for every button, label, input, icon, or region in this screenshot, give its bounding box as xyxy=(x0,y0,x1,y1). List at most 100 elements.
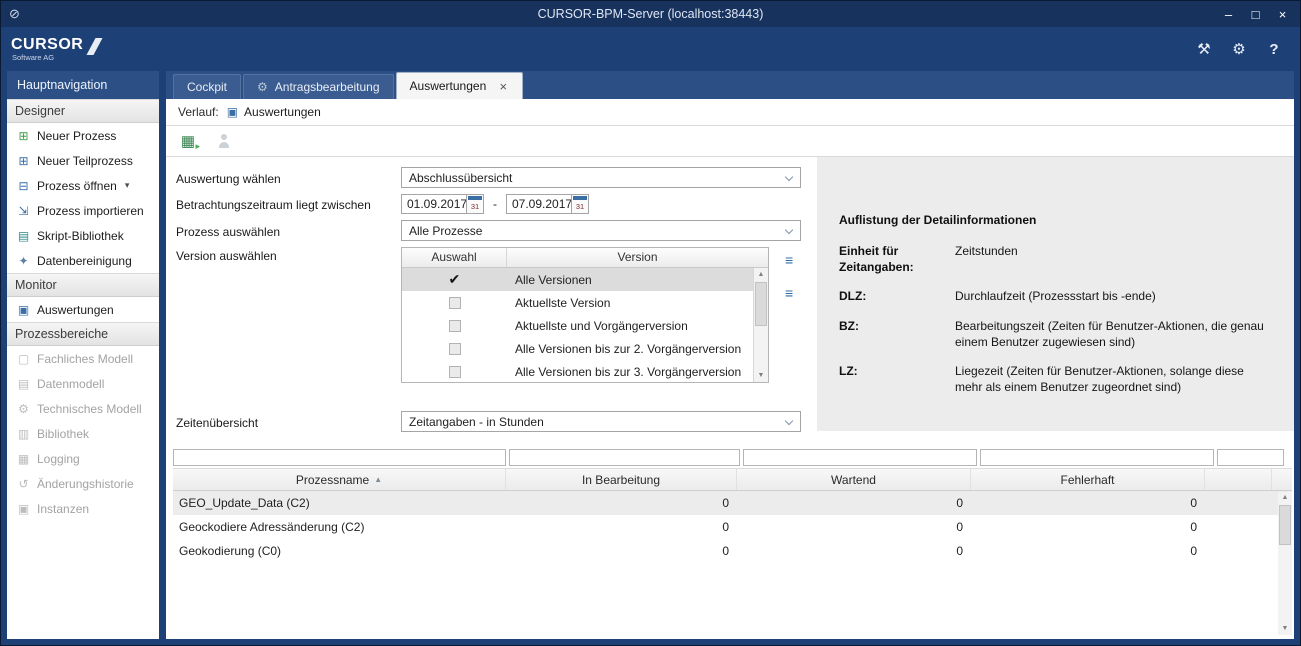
calendar-icon[interactable]: 31 xyxy=(572,194,589,214)
table-row[interactable]: Geokodierung (C0) 0 0 0 xyxy=(173,539,1292,563)
auswertung-select[interactable]: Abschlussübersicht xyxy=(401,167,801,188)
verlauf-label: Verlauf: xyxy=(178,105,219,119)
sidebar-item-datenmodell: ▤ Datenmodell xyxy=(7,371,159,396)
cursor-logo: CURSOR Software AG xyxy=(11,36,98,62)
version-row[interactable]: Aktuellste Version xyxy=(402,291,753,314)
help-icon[interactable]: ? xyxy=(1264,41,1284,58)
zeiten-select[interactable]: Zeitangaben - in Stunden xyxy=(401,411,801,432)
filter-input-prozessname[interactable] xyxy=(173,449,506,466)
column-header-in-bearbeitung[interactable]: In Bearbeitung xyxy=(506,469,737,490)
logo-flourish xyxy=(87,38,103,55)
version-table: Auswahl Version Alle Versionen xyxy=(401,247,769,383)
app-window: ⊘ CURSOR-BPM-Server (localhost:38443) – … xyxy=(0,0,1301,646)
results-scrollbar[interactable]: ▲ ▼ xyxy=(1278,492,1292,635)
logo-name: CURSOR xyxy=(11,36,83,53)
calendar-icon[interactable]: 31 xyxy=(467,194,484,214)
checkbox[interactable] xyxy=(449,343,461,355)
wrench-icon[interactable]: ⚒ xyxy=(1194,40,1214,58)
scroll-up-icon[interactable]: ▲ xyxy=(1278,492,1292,504)
sidebar-item-logging: ▦ Logging xyxy=(7,446,159,471)
tab-close-icon[interactable]: × xyxy=(497,79,509,94)
minimize-button[interactable]: – xyxy=(1215,5,1242,24)
breadcrumb: Verlauf: ▣ Auswertungen xyxy=(166,99,1294,126)
sidebar-item-prozess-importieren[interactable]: ⇲ Prozess importieren xyxy=(7,198,159,223)
person-icon xyxy=(217,134,231,148)
data-cleanup-icon: ✦ xyxy=(16,254,31,268)
checkbox[interactable] xyxy=(449,320,461,332)
version-row[interactable]: Alle Versionen bis zur 3. Vorgängerversi… xyxy=(402,360,753,383)
header-band: CURSOR Software AG ⚒ ⚙ ? xyxy=(1,27,1300,71)
prozess-select[interactable]: Alle Prozesse xyxy=(401,220,801,241)
filter-row xyxy=(173,449,1292,466)
filter-input-fehlerhaft[interactable] xyxy=(980,449,1214,466)
sidebar-section-monitor: Monitor xyxy=(7,273,159,297)
date-to-input[interactable] xyxy=(506,194,572,214)
instance-details-button xyxy=(212,129,236,153)
script-library-icon: ▤ xyxy=(16,229,31,243)
column-header-fehlerhaft[interactable]: Fehlerhaft xyxy=(971,469,1205,490)
sidebar-item-auswertungen[interactable]: ▣ Auswertungen xyxy=(7,297,159,322)
version-row[interactable]: Alle Versionen bis zur 2. Vorgängerversi… xyxy=(402,337,753,360)
version-row[interactable]: Aktuellste und Vorgängerversion xyxy=(402,314,753,337)
business-model-icon: ▢ xyxy=(16,352,31,366)
window-title: CURSOR-BPM-Server (localhost:38443) xyxy=(1,7,1300,21)
detail-term: BZ: xyxy=(839,318,955,350)
version-list-menu-icon[interactable]: ≡ xyxy=(785,285,793,301)
scrollbar-thumb[interactable] xyxy=(755,282,767,326)
logo-subtitle: Software AG xyxy=(12,53,83,62)
gear-icon[interactable]: ⚙ xyxy=(1229,40,1249,58)
detail-info-panel: Auflistung der Detailinformationen Einhe… xyxy=(817,157,1294,431)
table-row[interactable]: GEO_Update_Data (C2) 0 0 0 xyxy=(173,491,1292,515)
close-button[interactable]: × xyxy=(1269,5,1296,24)
history-icon: ↺ xyxy=(16,477,31,491)
filter-input-wartend[interactable] xyxy=(743,449,977,466)
run-evaluation-icon: ▦ xyxy=(181,132,195,150)
scroll-down-icon[interactable]: ▼ xyxy=(754,369,768,382)
version-scrollbar[interactable]: ▲ ▼ xyxy=(753,268,768,382)
checkbox[interactable] xyxy=(449,274,461,286)
sidebar-item-neuer-teilprozess[interactable]: ⊞ Neuer Teilprozess xyxy=(7,148,159,173)
evaluation-form-area: Auswertung wählen Abschlussübersicht Bet… xyxy=(166,157,1294,435)
table-row[interactable]: Geockodiere Adressänderung (C2) 0 0 0 xyxy=(173,515,1292,539)
sidebar-item-prozess-oeffnen[interactable]: ⊟ Prozess öffnen ▾ xyxy=(7,173,159,198)
sidebar-item-fachliches-modell: ▢ Fachliches Modell xyxy=(7,346,159,371)
process-new-icon: ⊞ xyxy=(16,129,31,143)
sidebar: Hauptnavigation Designer ⊞ Neuer Prozess… xyxy=(7,71,159,639)
process-open-icon: ⊟ xyxy=(16,179,31,193)
column-header-extra xyxy=(1205,469,1272,490)
tab-auswertungen[interactable]: Auswertungen × xyxy=(396,72,524,99)
version-list-options-icon[interactable]: ≡ xyxy=(785,252,793,268)
column-header-wartend[interactable]: Wartend xyxy=(737,469,971,490)
scroll-down-icon[interactable]: ▼ xyxy=(1278,623,1292,635)
breadcrumb-item-auswertungen[interactable]: ▣ Auswertungen xyxy=(227,105,321,119)
sidebar-item-instanzen: ▣ Instanzen xyxy=(7,496,159,521)
sidebar-item-datenbereinigung[interactable]: ✦ Datenbereinigung xyxy=(7,248,159,273)
scrollbar-thumb[interactable] xyxy=(1279,505,1291,545)
scroll-up-icon[interactable]: ▲ xyxy=(754,268,768,281)
filter-input-extra[interactable] xyxy=(1217,449,1284,466)
detail-term: DLZ: xyxy=(839,288,955,304)
detail-term: LZ: xyxy=(839,363,955,395)
version-row[interactable]: Alle Versionen xyxy=(402,268,753,291)
checkbox[interactable] xyxy=(449,366,461,378)
tab-cockpit[interactable]: Cockpit xyxy=(173,74,241,99)
date-from-input[interactable] xyxy=(401,194,467,214)
sidebar-item-neuer-prozess[interactable]: ⊞ Neuer Prozess xyxy=(7,123,159,148)
data-model-icon: ▤ xyxy=(16,377,31,391)
checkbox[interactable] xyxy=(449,297,461,309)
tab-antragsbearbeitung[interactable]: ⚙ Antragsbearbeitung xyxy=(243,74,394,99)
sidebar-section-prozessbereiche: Prozessbereiche xyxy=(7,322,159,346)
sidebar-item-aenderungshistorie: ↺ Änderungshistorie xyxy=(7,471,159,496)
main-area: Cockpit ⚙ Antragsbearbeitung Auswertunge… xyxy=(166,71,1294,639)
sidebar-item-skript-bibliothek[interactable]: ▤ Skript-Bibliothek xyxy=(7,223,159,248)
library-icon: ▥ xyxy=(16,427,31,441)
run-evaluation-button[interactable]: ▦ ▸ xyxy=(176,129,200,153)
detail-term: Einheit für Zeitangaben: xyxy=(839,243,955,275)
detail-desc: Zeitstunden xyxy=(955,243,1266,275)
column-header-version: Version xyxy=(507,248,768,267)
column-header-prozessname[interactable]: Prozessname ▲ xyxy=(173,469,506,490)
filter-input-in-bearbeitung[interactable] xyxy=(509,449,740,466)
technical-model-icon: ⚙ xyxy=(16,402,31,416)
maximize-button[interactable]: □ xyxy=(1242,5,1269,24)
titlebar: ⊘ CURSOR-BPM-Server (localhost:38443) – … xyxy=(1,1,1300,27)
